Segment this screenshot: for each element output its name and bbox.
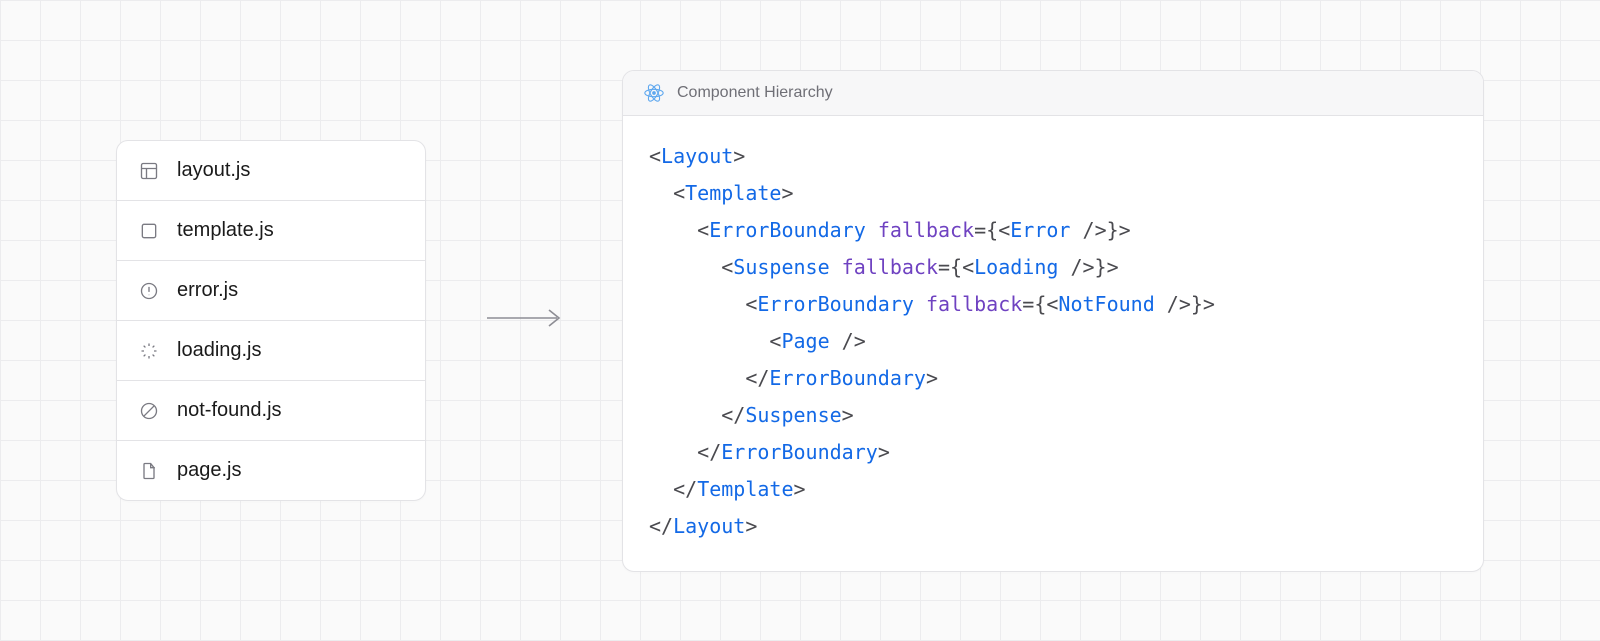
file-name: loading.js xyxy=(177,339,262,362)
file-template: template.js xyxy=(117,201,425,261)
arrow-icon xyxy=(484,306,564,335)
file-loading: loading.js xyxy=(117,321,425,381)
square-icon xyxy=(139,221,159,241)
file-name: error.js xyxy=(177,279,238,302)
code-body: <Layout> <Template> <ErrorBoundary fallb… xyxy=(623,116,1483,571)
file-list: layout.js template.js error.js loading.j… xyxy=(116,140,426,501)
react-icon xyxy=(643,82,665,104)
file-name: page.js xyxy=(177,459,242,482)
file-not-found: not-found.js xyxy=(117,381,425,441)
ban-icon xyxy=(139,401,159,421)
alert-icon xyxy=(139,281,159,301)
file-name: not-found.js xyxy=(177,399,282,422)
file-name: layout.js xyxy=(177,159,250,182)
code-panel-title: Component Hierarchy xyxy=(677,84,833,102)
file-icon xyxy=(139,461,159,481)
file-name: template.js xyxy=(177,219,274,242)
code-panel-header: Component Hierarchy xyxy=(623,71,1483,116)
code-panel: Component Hierarchy <Layout> <Template> … xyxy=(622,70,1484,572)
file-page: page.js xyxy=(117,441,425,500)
file-layout: layout.js xyxy=(117,141,425,201)
layout-icon xyxy=(139,161,159,181)
spinner-icon xyxy=(139,341,159,361)
file-error: error.js xyxy=(117,261,425,321)
